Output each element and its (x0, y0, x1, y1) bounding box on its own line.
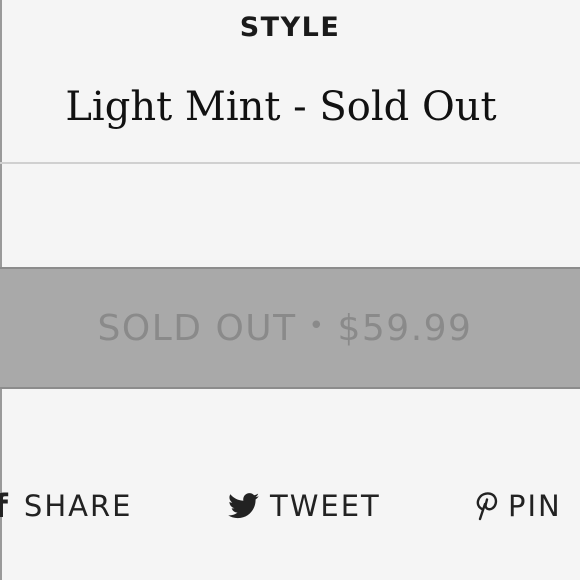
facebook-share-label: SHARE (23, 489, 133, 523)
twitter-share-button[interactable]: TWEET (228, 484, 381, 528)
divider (0, 162, 580, 164)
product-price: $59.99 (337, 307, 473, 349)
selected-style-value[interactable]: Light Mint - Sold Out (0, 84, 562, 130)
share-bar: f SHARE TWEET PIN (0, 484, 580, 528)
twitter-share-label: TWEET (270, 489, 381, 523)
pinterest-share-button[interactable]: PIN (476, 484, 562, 528)
price-separator: • (308, 311, 326, 341)
sold-out-button[interactable]: SOLD OUT • $59.99 (0, 267, 580, 389)
facebook-share-button[interactable]: f SHARE (0, 484, 132, 528)
twitter-bird-icon (228, 493, 260, 519)
pinterest-share-label: PIN (508, 489, 562, 523)
style-label: STYLE (239, 12, 341, 43)
pinterest-icon (476, 491, 498, 521)
facebook-icon: f (0, 487, 10, 525)
sold-out-status: SOLD OUT (97, 307, 297, 349)
